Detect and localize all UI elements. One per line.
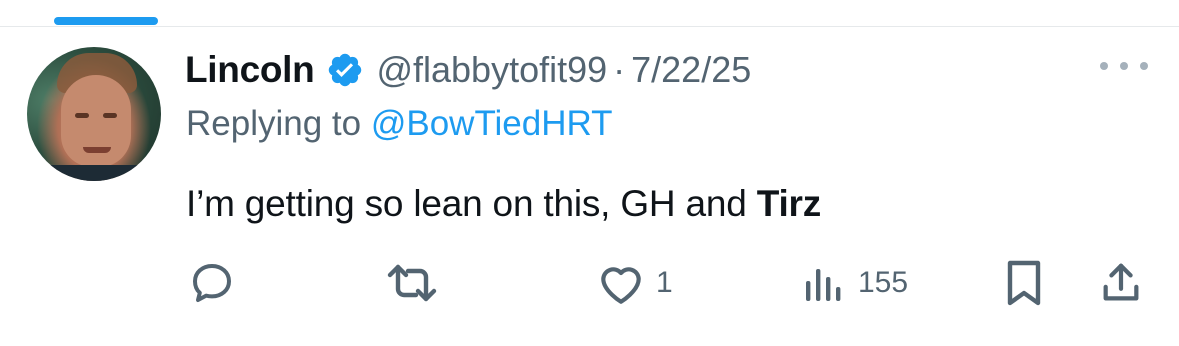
replying-prefix: Replying to — [186, 104, 371, 143]
separator-dot: · — [613, 49, 626, 90]
reply-to-handle-link[interactable]: @BowTiedHRT — [371, 104, 613, 143]
author-name[interactable]: Lincoln — [185, 49, 315, 91]
share-button[interactable] — [1098, 258, 1144, 308]
reply-button[interactable] — [188, 258, 236, 308]
active-tab-indicator — [54, 17, 158, 25]
tweet-text-bold: Tirz — [756, 183, 822, 224]
tweet-text-plain: I’m getting so lean on this, GH and — [186, 183, 757, 224]
bookmark-button[interactable] — [1002, 258, 1046, 308]
like-button[interactable]: 1 — [596, 258, 673, 308]
views-button[interactable]: 155 — [800, 258, 908, 308]
replying-to-line: Replying to @BowTiedHRT — [186, 104, 613, 144]
comment-icon — [188, 259, 236, 307]
heart-icon — [596, 260, 646, 306]
share-icon — [1098, 259, 1144, 307]
more-options-icon[interactable] — [1100, 56, 1148, 76]
retweet-icon — [386, 259, 438, 307]
avatar[interactable] — [27, 47, 161, 181]
tweet-text: I’m getting so lean on this, GH and Tirz — [186, 183, 821, 225]
views-count: 155 — [858, 266, 909, 299]
views-chart-icon — [800, 259, 848, 307]
tweet-header: Lincoln @flabbytofit99 · 7/22/25 — [185, 46, 751, 94]
top-divider — [0, 26, 1179, 27]
retweet-button[interactable] — [386, 258, 438, 308]
author-handle[interactable]: @flabbytofit99 — [376, 49, 607, 91]
like-count: 1 — [656, 266, 673, 299]
verified-badge-icon — [326, 51, 364, 89]
bookmark-icon — [1002, 259, 1046, 307]
tweet-date[interactable]: 7/22/25 — [631, 49, 751, 91]
